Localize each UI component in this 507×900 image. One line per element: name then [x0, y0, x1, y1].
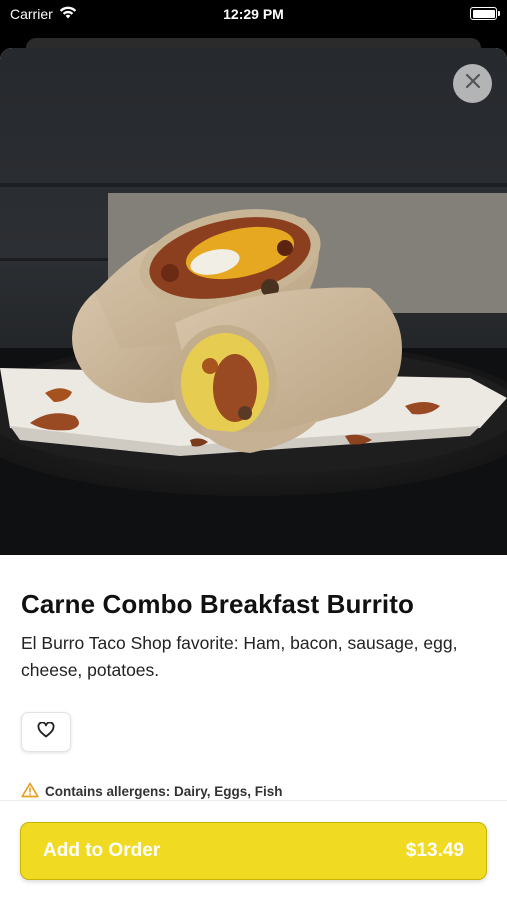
- item-content: Carne Combo Breakfast Burrito El Burro T…: [21, 555, 487, 801]
- screen: Carrier 12:29 PM Carne Combo Breakfast B…: [0, 0, 507, 900]
- item-price: $13.49: [405, 840, 464, 861]
- warning-icon: [21, 782, 39, 801]
- add-to-order-label: Add to Order: [43, 840, 161, 861]
- allergen-notice: Contains allergens: Dairy, Eggs, Fish: [21, 782, 487, 801]
- close-icon: [465, 73, 481, 94]
- favorite-button[interactable]: [21, 712, 71, 752]
- allergen-text: Contains allergens: Dairy, Eggs, Fish: [45, 784, 283, 799]
- heart-icon: [37, 721, 55, 743]
- status-bar: Carrier 12:29 PM: [0, 0, 507, 30]
- item-title: Carne Combo Breakfast Burrito: [21, 589, 414, 619]
- close-button[interactable]: [453, 64, 492, 103]
- status-time: 12:29 PM: [223, 6, 284, 22]
- add-to-order-button[interactable]: Add to Order $13.49: [20, 822, 487, 880]
- item-description: El Burro Taco Shop favorite: Ham, bacon,…: [21, 633, 458, 680]
- battery-icon: [470, 7, 500, 20]
- item-image: [0, 48, 507, 555]
- order-footer: Add to Order $13.49: [0, 800, 507, 900]
- item-detail-sheet: Carne Combo Breakfast Burrito El Burro T…: [0, 48, 507, 900]
